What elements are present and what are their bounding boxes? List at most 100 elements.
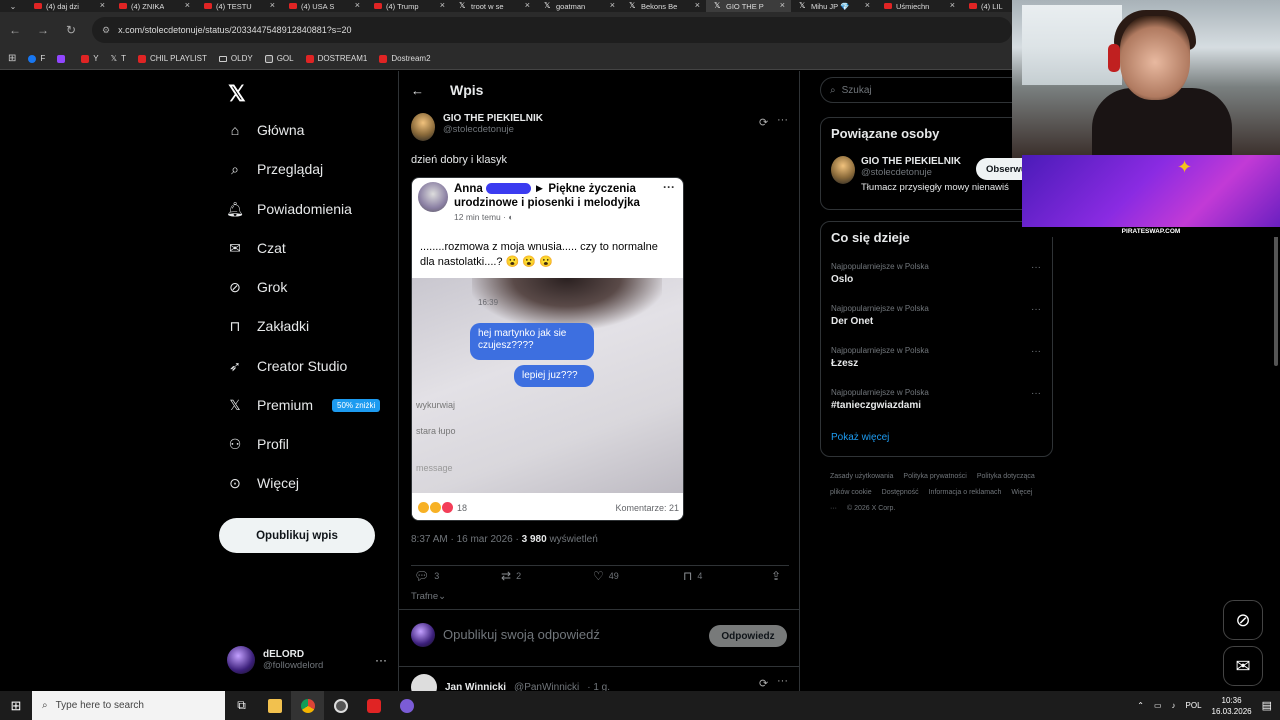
site-info-icon[interactable]: ⚙ bbox=[102, 25, 110, 36]
app-icon[interactable] bbox=[324, 691, 357, 720]
close-tab-icon[interactable]: × bbox=[185, 0, 190, 10]
author-handle[interactable]: @stolecdetonuje bbox=[443, 124, 543, 135]
browser-tab[interactable]: (4) daj dzi × bbox=[26, 0, 111, 12]
browser-tab[interactable]: (4) USA S × bbox=[281, 0, 366, 12]
messages-fab-icon[interactable]: ✉ bbox=[1223, 646, 1263, 686]
file-explorer-icon[interactable] bbox=[258, 691, 291, 720]
browser-tab[interactable]: 𝕏 GIO THE P × bbox=[706, 0, 791, 12]
network-icon[interactable]: ▭ bbox=[1154, 701, 1162, 710]
close-tab-icon[interactable]: × bbox=[780, 0, 785, 10]
author-avatar[interactable] bbox=[411, 113, 435, 141]
post-image[interactable]: Anna ► Piękne życzenia urodzinowe i piose… bbox=[411, 177, 684, 521]
more-options-icon[interactable]: ··· bbox=[1031, 262, 1041, 273]
browser-tab[interactable]: 𝕏 Mihu JP 💎 × bbox=[791, 0, 876, 12]
reply-author-handle[interactable]: @PanWinnicki bbox=[514, 682, 579, 692]
sidebar-item-premium[interactable]: 𝕏 Premium 50% zniżki bbox=[226, 393, 381, 417]
like-button[interactable]: ♡ 49 bbox=[593, 569, 619, 583]
sort-dropdown[interactable]: Trafne⌄ bbox=[411, 591, 446, 602]
reply-author-name[interactable]: Jan Winnicki bbox=[445, 682, 506, 692]
sidebar-item-creator-studio[interactable]: ➶ Creator Studio bbox=[226, 354, 347, 378]
chevron-up-icon[interactable]: ⌃ bbox=[1137, 701, 1144, 710]
grok-fab-icon[interactable]: ⊘ bbox=[1223, 600, 1263, 640]
close-tab-icon[interactable]: × bbox=[270, 0, 275, 10]
close-tab-icon[interactable]: × bbox=[100, 0, 105, 10]
grok-icon[interactable]: ⟳ bbox=[759, 677, 768, 690]
browser-tab[interactable]: 𝕏 Bekons Be × bbox=[621, 0, 706, 12]
trend-item[interactable]: Najpopularniejsze w Polska Łzesz ··· bbox=[831, 346, 1041, 369]
bookmark-item[interactable]: Y bbox=[81, 54, 99, 63]
close-tab-icon[interactable]: × bbox=[865, 0, 870, 10]
bookmark-item[interactable]: OLDY bbox=[218, 54, 253, 63]
more-options-icon[interactable]: ··· bbox=[777, 114, 788, 126]
notifications-icon[interactable]: ▤ bbox=[1262, 699, 1272, 712]
forward-arrow-icon[interactable]: → bbox=[36, 23, 50, 37]
bookmark-item[interactable] bbox=[57, 54, 69, 63]
sidebar-item-powiadomienia[interactable]: 🔔︎ Powiadomienia bbox=[226, 197, 352, 221]
x-logo-icon[interactable]: 𝕏 bbox=[228, 81, 246, 107]
windows-start-icon[interactable]: ⊞ bbox=[0, 691, 32, 720]
task-view-icon[interactable]: ⧉ bbox=[225, 691, 258, 720]
bookmark-item[interactable]: 𝕏T bbox=[111, 54, 126, 63]
reply-button[interactable]: 💬︎ 3 bbox=[414, 569, 439, 583]
sidebar-item-zakładki[interactable]: ⊓ Zakładki bbox=[226, 314, 310, 338]
clock[interactable]: 10:36 16.03.2026 bbox=[1212, 695, 1252, 717]
back-arrow-icon[interactable]: ← bbox=[411, 83, 424, 98]
sidebar-item-przeglądaj[interactable]: ⌕ Przeglądaj bbox=[226, 157, 323, 181]
taskbar-search[interactable]: ⌕ Type here to search bbox=[32, 691, 225, 720]
sidebar-item-główna[interactable]: ⌂ Główna bbox=[226, 118, 305, 142]
url-field[interactable]: ⚙ x.com/stolecdetonuje/status/2033447548… bbox=[92, 17, 1012, 43]
share-button[interactable]: ⇪ bbox=[771, 569, 781, 583]
footer-link[interactable]: Polityka prywatności bbox=[903, 473, 966, 480]
trend-item[interactable]: Najpopularniejsze w Polska Oslo ··· bbox=[831, 262, 1041, 285]
reload-icon[interactable]: ↻ bbox=[64, 23, 78, 37]
tab-search-dropdown-icon[interactable]: ⌄ bbox=[0, 0, 26, 12]
sidebar-item-więcej[interactable]: ⊙ Więcej bbox=[226, 471, 299, 495]
bookmark-item[interactable]: Dostream2 bbox=[379, 54, 431, 63]
footer-link[interactable]: Zasady użytkowania bbox=[830, 473, 893, 480]
more-options-icon[interactable]: ··· bbox=[1031, 304, 1041, 315]
close-tab-icon[interactable]: × bbox=[355, 0, 360, 10]
browser-tab[interactable]: (4) TESTU × bbox=[196, 0, 281, 12]
browser-tab[interactable]: 𝕏troot w se × bbox=[451, 0, 536, 12]
apps-grid-icon[interactable]: ⊞ bbox=[8, 53, 16, 64]
browser-tab[interactable]: (4) ZNIKA × bbox=[111, 0, 196, 12]
avatar[interactable] bbox=[411, 674, 437, 691]
footer-link[interactable]: © 2026 X Corp. bbox=[847, 505, 895, 512]
reply-input[interactable]: Opublikuj swoją odpowiedź bbox=[443, 627, 600, 642]
back-arrow-icon[interactable]: ← bbox=[8, 23, 22, 37]
footer-link[interactable]: Informacja o reklamach bbox=[929, 489, 1002, 496]
close-tab-icon[interactable]: × bbox=[950, 0, 955, 10]
recorder-icon[interactable] bbox=[357, 691, 390, 720]
reply-post[interactable]: Jan Winnicki @PanWinnicki · 1 g. bbox=[411, 674, 610, 691]
browser-tab[interactable]: Uśmiechn × bbox=[876, 0, 961, 12]
show-more-link[interactable]: Pokaż więcej bbox=[831, 432, 889, 443]
browser-tab[interactable]: 𝕏goatman × bbox=[536, 0, 621, 12]
bookmark-item[interactable]: CHIL PLAYLIST bbox=[137, 54, 207, 63]
post-button[interactable]: Opublikuj wpis bbox=[219, 518, 375, 553]
grok-icon[interactable]: ⟳ bbox=[759, 116, 768, 129]
volume-icon[interactable]: ♪ bbox=[1172, 701, 1176, 710]
sidebar-item-profil[interactable]: ⚇ Profil bbox=[226, 432, 289, 456]
post-time[interactable]: 8:37 AM · 16 mar 2026 · bbox=[411, 534, 519, 545]
close-tab-icon[interactable]: × bbox=[695, 0, 700, 10]
close-tab-icon[interactable]: × bbox=[610, 0, 615, 10]
browser-tab[interactable]: (4) Trump × bbox=[366, 0, 451, 12]
reply-submit-button[interactable]: Odpowiedz bbox=[709, 625, 787, 647]
more-options-icon[interactable]: ··· bbox=[777, 675, 788, 687]
more-options-icon[interactable]: ··· bbox=[1031, 388, 1041, 399]
account-switcher[interactable]: dELORD @followdelord ··· bbox=[227, 646, 387, 674]
more-options-icon[interactable]: ··· bbox=[1031, 346, 1041, 357]
close-tab-icon[interactable]: × bbox=[525, 0, 530, 10]
footer-link[interactable]: Dostępność bbox=[882, 489, 919, 496]
sidebar-item-grok[interactable]: ⊘ Grok bbox=[226, 275, 287, 299]
post-author[interactable]: GIO THE PIEKIELNIK @stolecdetonuje bbox=[411, 113, 543, 141]
bookmark-item[interactable]: DOSTREAM1 bbox=[305, 54, 367, 63]
more-icon[interactable]: ··· bbox=[375, 653, 387, 667]
chrome-icon[interactable] bbox=[291, 691, 324, 720]
trend-item[interactable]: Najpopularniejsze w Polska Der Onet ··· bbox=[831, 304, 1041, 327]
bookmark-item[interactable]: F bbox=[28, 54, 45, 63]
close-tab-icon[interactable]: × bbox=[440, 0, 445, 10]
sidebar-item-czat[interactable]: ✉ Czat bbox=[226, 236, 286, 260]
discord-icon[interactable] bbox=[390, 691, 423, 720]
bookmark-button[interactable]: ⊓ 4 bbox=[683, 569, 702, 583]
